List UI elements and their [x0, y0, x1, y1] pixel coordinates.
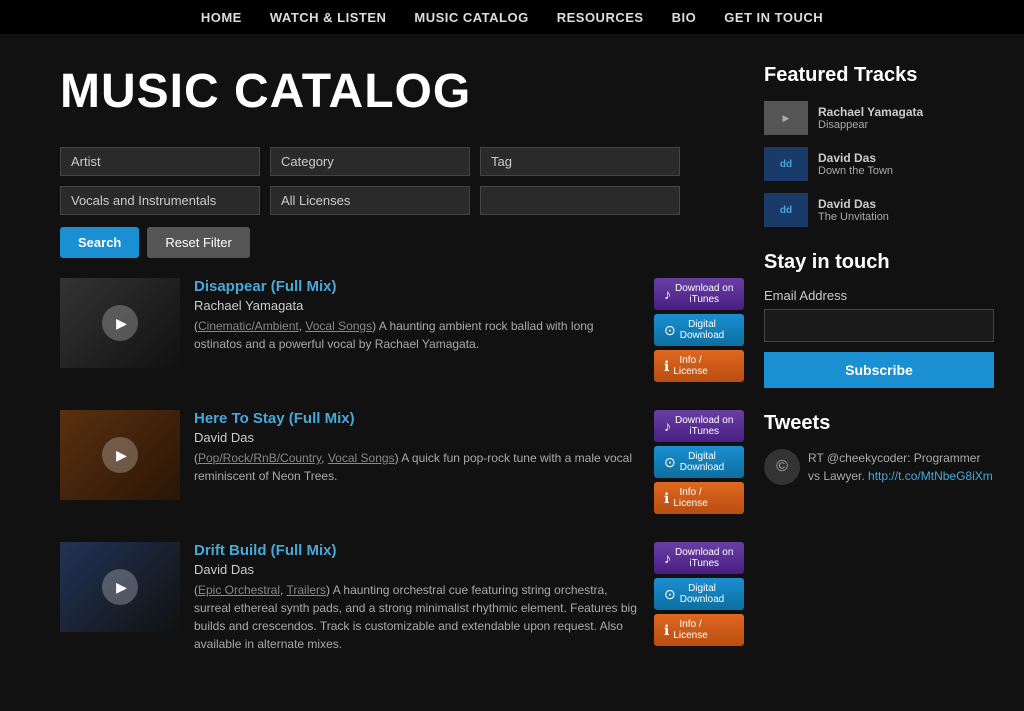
info-license-button[interactable]: ℹ Info /License [654, 482, 744, 514]
track-thumbnail [60, 542, 180, 632]
stay-in-touch-section: Stay in touch Email Address Subscribe [764, 251, 994, 388]
track-info: Drift Build (Full Mix) David Das (Epic O… [194, 542, 640, 653]
sidebar: Featured Tracks ▶ Rachael Yamagata Disap… [764, 64, 994, 681]
featured-thumb: dd [764, 147, 808, 181]
licenses-select[interactable]: All Licenses [270, 186, 470, 215]
nav-get-in-touch[interactable]: GET IN TOUCH [724, 10, 823, 25]
search-button[interactable]: Search [60, 227, 139, 258]
track-artist: Rachael Yamagata [194, 298, 640, 313]
tweet-link[interactable]: http://t.co/MtNbeG8iXm [868, 469, 993, 483]
info-icon: ℹ [664, 358, 669, 375]
itunes-button[interactable]: ♪ Download oniTunes [654, 278, 744, 310]
featured-tracks-section: Featured Tracks ▶ Rachael Yamagata Disap… [764, 64, 994, 227]
search-bar: Search Reset Filter [60, 227, 744, 258]
track-actions: ♪ Download oniTunes ⊙ DigitalDownload ℹ … [654, 410, 744, 514]
track-row: Drift Build (Full Mix) David Das (Epic O… [60, 542, 744, 653]
info-icon: ℹ [664, 490, 669, 507]
filter-row-2: Vocals and Instrumentals All Licenses [60, 186, 744, 215]
itunes-button[interactable]: ♪ Download oniTunes [654, 542, 744, 574]
download-icon: ⊙ [664, 454, 676, 471]
itunes-icon: ♪ [664, 550, 671, 566]
track-thumbnail [60, 410, 180, 500]
nav-watch-listen[interactable]: WATCH & LISTEN [270, 10, 387, 25]
vocals-select[interactable]: Vocals and Instrumentals [60, 186, 260, 215]
track-actions: ♪ Download oniTunes ⊙ DigitalDownload ℹ … [654, 542, 744, 646]
track-thumbnail [60, 278, 180, 368]
track-artist: David Das [194, 562, 640, 577]
track-title[interactable]: Disappear (Full Mix) [194, 278, 640, 295]
tag-link[interactable]: Cinematic/Ambient [198, 319, 299, 333]
category-select[interactable]: Category [270, 147, 470, 176]
itunes-icon: ♪ [664, 418, 671, 434]
info-license-button[interactable]: ℹ Info /License [654, 350, 744, 382]
featured-info: David Das The Unvitation [818, 197, 889, 223]
track-title[interactable]: Drift Build (Full Mix) [194, 542, 640, 559]
featured-tracks-title: Featured Tracks [764, 64, 994, 87]
tag-link[interactable]: Pop/Rock/RnB/Country [198, 451, 321, 465]
email-input[interactable] [764, 309, 994, 342]
track-description: (Pop/Rock/RnB/Country, Vocal Songs) A qu… [194, 449, 640, 485]
email-label: Email Address [764, 288, 994, 303]
play-button[interactable] [102, 569, 138, 605]
featured-item: dd David Das The Unvitation [764, 193, 994, 227]
nav-home[interactable]: HOME [201, 10, 242, 25]
track-actions: ♪ Download oniTunes ⊙ DigitalDownload ℹ … [654, 278, 744, 382]
reset-button[interactable]: Reset Filter [147, 227, 249, 258]
nav-resources[interactable]: RESOURCES [557, 10, 644, 25]
digital-download-button[interactable]: ⊙ DigitalDownload [654, 314, 744, 346]
featured-thumb: dd [764, 193, 808, 227]
digital-download-button[interactable]: ⊙ DigitalDownload [654, 446, 744, 478]
tweet-content: RT @cheekycoder: Programmer vs Lawyer. h… [808, 449, 994, 485]
tweets-title: Tweets [764, 412, 994, 435]
track-artist: David Das [194, 430, 640, 445]
tag-link[interactable]: Trailers [286, 583, 326, 597]
track-info: Disappear (Full Mix) Rachael Yamagata (C… [194, 278, 640, 353]
tag-input[interactable] [480, 186, 680, 215]
nav-bio[interactable]: BIO [672, 10, 697, 25]
featured-artist: David Das [818, 197, 889, 211]
filter-row-1: Artist Category Tag [60, 147, 744, 176]
download-icon: ⊙ [664, 322, 676, 339]
artist-select[interactable]: Artist [60, 147, 260, 176]
track-description: (Epic Orchestral, Trailers) A haunting o… [194, 581, 640, 653]
tag-select[interactable]: Tag [480, 147, 680, 176]
tag-link[interactable]: Vocal Songs [328, 451, 395, 465]
featured-title: Disappear [818, 119, 923, 131]
track-description: (Cinematic/Ambient, Vocal Songs) A haunt… [194, 317, 640, 353]
tag-link[interactable]: Epic Orchestral [198, 583, 280, 597]
download-icon: ⊙ [664, 586, 676, 603]
subscribe-button[interactable]: Subscribe [764, 352, 994, 388]
track-info: Here To Stay (Full Mix) David Das (Pop/R… [194, 410, 640, 485]
stay-in-touch-title: Stay in touch [764, 251, 994, 274]
info-icon: ℹ [664, 622, 669, 639]
track-title[interactable]: Here To Stay (Full Mix) [194, 410, 640, 427]
featured-info: David Das Down the Town [818, 151, 893, 177]
main-nav: HOME WATCH & LISTEN MUSIC CATALOG RESOUR… [0, 0, 1024, 34]
tweet-avatar: © [764, 449, 800, 485]
featured-title: Down the Town [818, 165, 893, 177]
tag-link[interactable]: Vocal Songs [305, 319, 372, 333]
tweets-section: Tweets © RT @cheekycoder: Programmer vs … [764, 412, 994, 485]
featured-item: dd David Das Down the Town [764, 147, 994, 181]
itunes-button[interactable]: ♪ Download oniTunes [654, 410, 744, 442]
featured-info: Rachael Yamagata Disappear [818, 105, 923, 131]
track-row: Disappear (Full Mix) Rachael Yamagata (C… [60, 278, 744, 382]
featured-title: The Unvitation [818, 211, 889, 223]
page-title: MUSIC CATALOG [60, 64, 744, 119]
track-row: Here To Stay (Full Mix) David Das (Pop/R… [60, 410, 744, 514]
featured-artist: Rachael Yamagata [818, 105, 923, 119]
featured-item: ▶ Rachael Yamagata Disappear [764, 101, 994, 135]
digital-download-button[interactable]: ⊙ DigitalDownload [654, 578, 744, 610]
itunes-icon: ♪ [664, 286, 671, 302]
play-button[interactable] [102, 437, 138, 473]
play-button[interactable] [102, 305, 138, 341]
featured-artist: David Das [818, 151, 893, 165]
nav-music-catalog[interactable]: MUSIC CATALOG [414, 10, 528, 25]
featured-thumb: ▶ [764, 101, 808, 135]
info-license-button[interactable]: ℹ Info /License [654, 614, 744, 646]
